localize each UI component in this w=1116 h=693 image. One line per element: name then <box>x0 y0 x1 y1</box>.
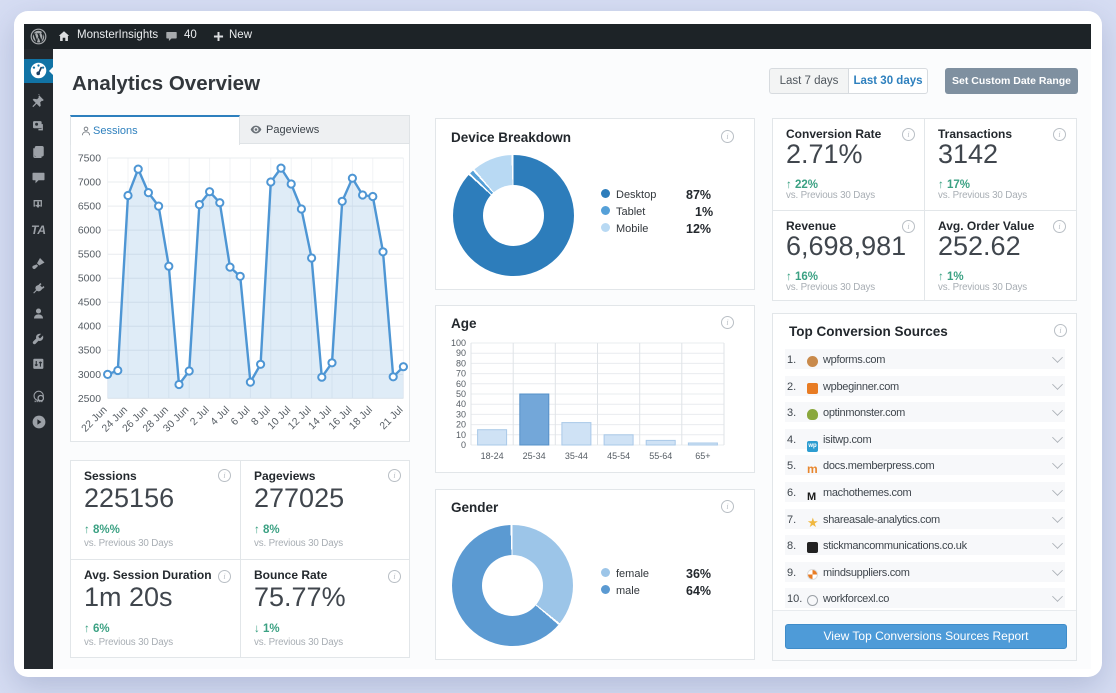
svg-text:5500: 5500 <box>78 250 101 261</box>
svg-text:70: 70 <box>456 369 466 379</box>
svg-text:5000: 5000 <box>78 274 101 285</box>
svg-text:80: 80 <box>456 358 466 368</box>
svg-text:3000: 3000 <box>78 370 101 381</box>
svg-text:45-54: 45-54 <box>607 451 630 461</box>
svg-text:7500: 7500 <box>78 153 101 164</box>
svg-text:6500: 6500 <box>78 202 101 213</box>
svg-text:20: 20 <box>456 420 466 430</box>
svg-text:6000: 6000 <box>78 226 101 237</box>
svg-text:100: 100 <box>451 338 466 348</box>
svg-text:40: 40 <box>456 399 466 409</box>
svg-text:7000: 7000 <box>78 177 101 188</box>
svg-text:60: 60 <box>456 379 466 389</box>
svg-text:35-44: 35-44 <box>565 451 588 461</box>
svg-text:25-34: 25-34 <box>523 451 546 461</box>
svg-text:10: 10 <box>456 430 466 440</box>
svg-text:30: 30 <box>456 409 466 419</box>
svg-text:18 Jul: 18 Jul <box>348 405 375 432</box>
svg-text:55-64: 55-64 <box>649 451 672 461</box>
svg-text:4 Jul: 4 Jul <box>209 405 232 428</box>
svg-text:18-24: 18-24 <box>481 451 504 461</box>
svg-text:90: 90 <box>456 348 466 358</box>
svg-text:0: 0 <box>461 440 466 450</box>
svg-text:65+: 65+ <box>695 451 710 461</box>
svg-text:21 Jul: 21 Jul <box>378 405 405 432</box>
svg-text:50: 50 <box>456 389 466 399</box>
svg-text:4000: 4000 <box>78 322 101 333</box>
svg-text:3500: 3500 <box>78 346 101 357</box>
svg-text:2500: 2500 <box>78 394 101 405</box>
svg-text:2 Jul: 2 Jul <box>188 405 211 428</box>
svg-text:6 Jul: 6 Jul <box>229 405 252 428</box>
svg-text:4500: 4500 <box>78 298 101 309</box>
